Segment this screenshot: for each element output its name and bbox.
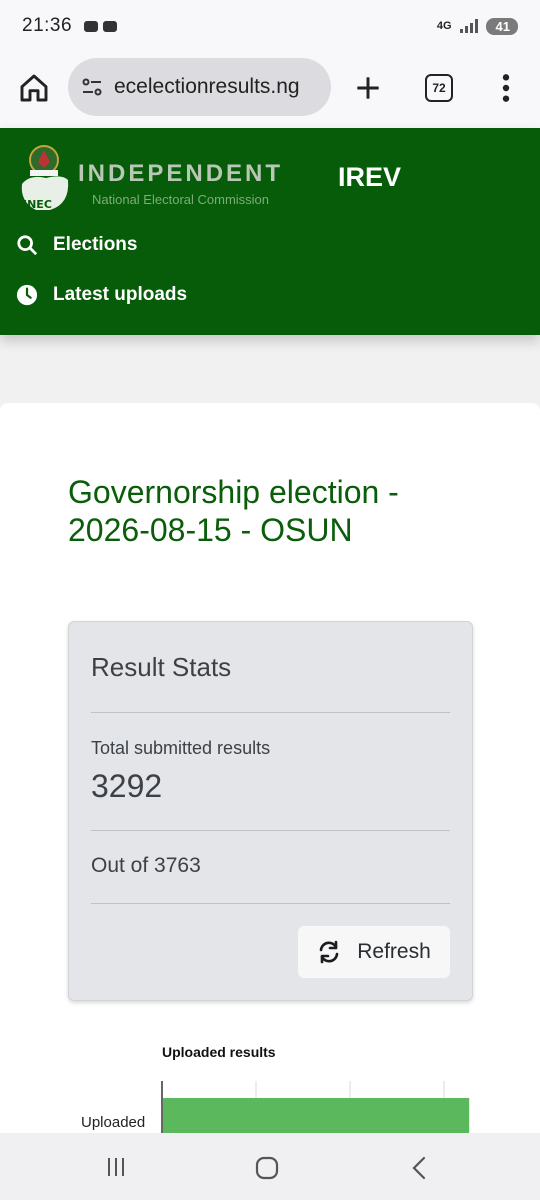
url-text[interactable]: ecelectionresults.ng: [114, 75, 300, 99]
main-content: Governorship election - 2026-08-15 - OSU…: [0, 403, 540, 1135]
nav-elections-label: Elections: [53, 234, 138, 255]
network-label: 4G: [436, 20, 452, 32]
address-bar[interactable]: ecelectionresults.ng: [68, 58, 331, 116]
chart-bar-uploaded[interactable]: [163, 1098, 470, 1135]
result-stats-panel: Result Stats Total submitted results 329…: [68, 621, 473, 1001]
search-icon: [17, 235, 38, 256]
stats-heading: Result Stats: [91, 652, 232, 682]
chart-title: Uploaded results: [162, 1044, 276, 1060]
divider: [91, 830, 450, 831]
refresh-label: Refresh: [357, 940, 431, 963]
status-time: 21:36: [22, 15, 73, 36]
inec-badge-text: INEC: [23, 198, 52, 211]
clock-icon: [16, 284, 38, 306]
refresh-button[interactable]: Refresh: [298, 926, 450, 978]
inec-emblem-icon: INEC: [21, 145, 69, 211]
notification-icon: [103, 20, 118, 32]
election-title: Governorship election - 2026-08-15 - OSU…: [68, 474, 399, 548]
system-nav-bar: [0, 1133, 540, 1200]
total-submitted-value: 3292: [91, 768, 163, 804]
home-nav-icon[interactable]: [254, 1155, 280, 1181]
nav-latest-uploads[interactable]: Latest uploads: [16, 284, 187, 306]
battery-indicator: 41: [485, 17, 518, 35]
signal-icon: [459, 19, 478, 33]
site-settings-icon[interactable]: [80, 75, 104, 99]
divider: [91, 903, 450, 904]
chart-category-label: Uploaded: [81, 1114, 146, 1131]
logo-word: INDEPENDENT: [78, 160, 284, 187]
site-header: INEC INDEPENDENT National Electoral Comm…: [0, 128, 540, 335]
nav-latest-label: Latest uploads: [53, 284, 188, 305]
back-icon[interactable]: [408, 1155, 430, 1181]
refresh-icon: [319, 940, 339, 964]
total-submitted-label: Total submitted results: [91, 738, 271, 758]
recent-apps-icon[interactable]: [104, 1155, 128, 1179]
more-options-icon[interactable]: [498, 72, 514, 104]
logo-subtitle: National Electoral Commission: [92, 192, 270, 207]
divider: [91, 712, 450, 713]
tab-switcher-button[interactable]: 72: [425, 74, 453, 102]
notification-icons: [84, 20, 118, 32]
new-tab-icon[interactable]: [352, 72, 384, 104]
site-brand[interactable]: IREV: [338, 162, 401, 193]
notification-icon: [84, 20, 99, 32]
browser-toolbar: ecelectionresults.ng 72: [0, 52, 540, 128]
nav-elections[interactable]: Elections: [16, 234, 137, 256]
out-of-total: Out of 3763: [91, 854, 201, 877]
inec-logo[interactable]: INEC INDEPENDENT National Electoral Comm…: [16, 144, 280, 244]
home-icon[interactable]: [18, 72, 50, 104]
status-bar: 21:36 4G 41: [0, 0, 540, 52]
